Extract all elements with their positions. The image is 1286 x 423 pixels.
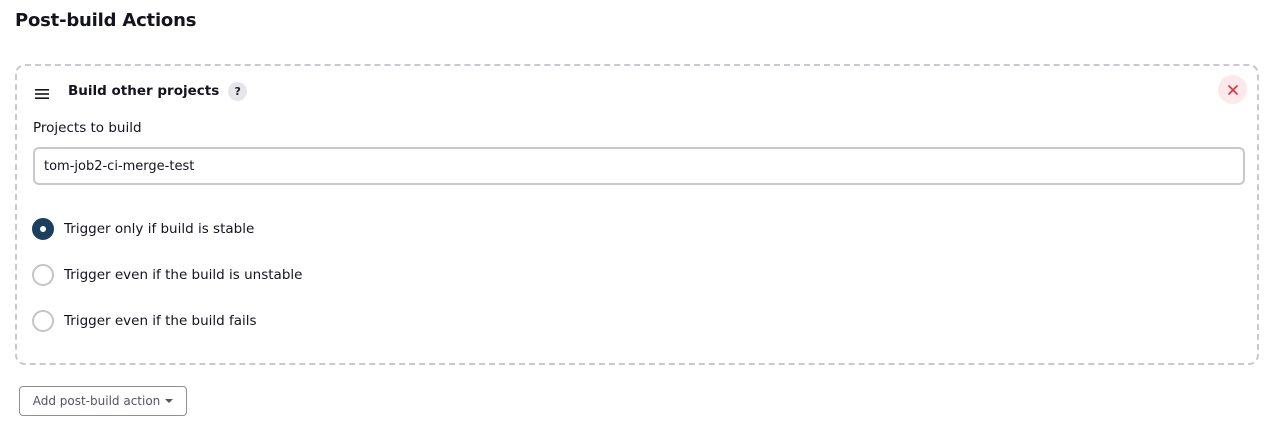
add-post-build-action-button[interactable]: Add post-build action xyxy=(19,386,187,416)
radio-label: Trigger only if build is stable xyxy=(64,221,255,237)
radio-option-unstable[interactable]: Trigger even if the build is unstable xyxy=(32,263,302,287)
card-header: Build other projects ? xyxy=(34,80,248,102)
help-icon[interactable]: ? xyxy=(228,81,248,101)
close-icon xyxy=(1227,84,1238,95)
close-button[interactable] xyxy=(1218,75,1247,104)
radio-button[interactable] xyxy=(32,310,54,332)
radio-label: Trigger even if the build is unstable xyxy=(64,267,303,283)
build-other-projects-card: Build other projects ? Projects to build… xyxy=(15,64,1259,365)
radio-label: Trigger even if the build fails xyxy=(64,313,257,329)
radio-option-fails[interactable]: Trigger even if the build fails xyxy=(32,309,257,333)
add-post-build-action-label: Add post-build action xyxy=(32,394,161,408)
radio-button-checked[interactable] xyxy=(32,218,54,240)
caret-down-icon xyxy=(165,399,174,403)
projects-to-build-label: Projects to build xyxy=(33,120,142,136)
radio-button[interactable] xyxy=(32,264,54,286)
section-title: Post-build Actions xyxy=(15,10,197,31)
radio-option-stable[interactable]: Trigger only if build is stable xyxy=(32,217,254,241)
card-title: Build other projects xyxy=(68,83,220,99)
projects-to-build-input[interactable] xyxy=(33,147,1245,185)
drag-handle-icon[interactable] xyxy=(34,85,50,99)
